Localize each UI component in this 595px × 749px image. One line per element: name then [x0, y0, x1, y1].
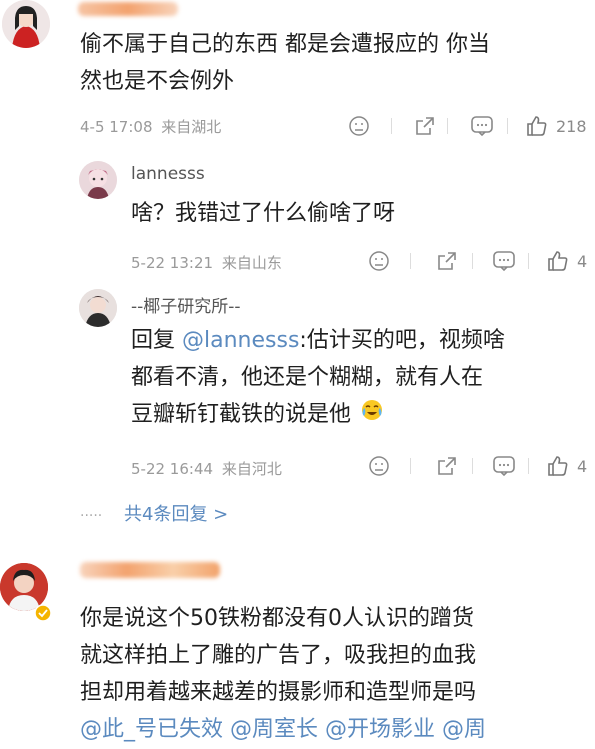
share-icon[interactable] [436, 250, 458, 272]
comment-icon[interactable] [492, 455, 516, 477]
dislike-icon[interactable] [368, 250, 390, 272]
comment-location: 来自湖北 [161, 118, 222, 136]
crying-laughing-emoji-icon [360, 397, 384, 434]
reply-username[interactable]: --椰子研究所-- [131, 292, 241, 317]
divider [507, 118, 508, 134]
reply-prefix: 回复 [131, 328, 182, 353]
divider [391, 118, 392, 134]
divider [528, 253, 529, 269]
mention-link[interactable]: @开场影业 [325, 717, 435, 742]
replies-dots: ····· [80, 508, 103, 524]
avatar[interactable] [79, 289, 117, 327]
divider [410, 253, 411, 269]
comment-meta: 4-5 17:08 来自湖北 [80, 116, 221, 137]
divider [447, 118, 448, 134]
like-icon[interactable] [546, 454, 570, 478]
reply-meta: 5-22 13:21 来自山东 [131, 252, 282, 273]
mention-link[interactable]: @此_号已失效 [80, 717, 223, 742]
blurred-username [78, 2, 178, 16]
reply-meta: 5-22 16:44 来自河北 [131, 458, 282, 479]
like-icon[interactable] [546, 249, 570, 273]
mention-link[interactable]: @周 [442, 717, 486, 742]
mention-link[interactable]: @lannesss [182, 328, 299, 353]
view-replies-link[interactable]: ····· 共4条回复 > [80, 500, 228, 526]
divider [410, 458, 411, 474]
share-icon[interactable] [414, 115, 436, 137]
reply-text: 啥？我错过了什么偷啥了呀 [131, 201, 396, 226]
avatar[interactable] [79, 161, 117, 199]
comment-time: 4-5 17:08 [80, 118, 153, 136]
share-icon[interactable] [436, 455, 458, 477]
reply-text: 回复 @lannesss:估计买的吧，视频啥 都看不清，他还是个糊糊，就有人在 … [131, 322, 591, 434]
comment-icon[interactable] [470, 115, 494, 137]
like-count: 218 [556, 117, 587, 136]
comment-icon[interactable] [492, 250, 516, 272]
reply-username[interactable]: lannesss [131, 164, 205, 184]
like-count: 4 [577, 252, 588, 271]
like-count: 4 [577, 457, 588, 476]
reply-location: 来自山东 [221, 254, 282, 272]
divider [528, 458, 529, 474]
reply-location: 来自河北 [221, 460, 282, 478]
dislike-icon[interactable] [348, 115, 370, 137]
replies-count-label: 共4条回复 > [124, 504, 229, 525]
reply-time: 5-22 13:21 [131, 254, 214, 272]
blurred-username [80, 562, 220, 578]
divider [472, 458, 473, 474]
comment-text: 你是说这个50铁粉都没有0人认识的蹭货 就这样拍上了雕的广告了，吸我担的血我 担… [80, 606, 487, 742]
mention-link[interactable]: @周室长 [230, 717, 318, 742]
like-icon[interactable] [525, 114, 549, 138]
verified-badge-icon [34, 604, 52, 626]
comment-text: 偷不属于自己的东西 都是会遭报应的 你当 然也是不会例外 [80, 32, 490, 94]
dislike-icon[interactable] [368, 455, 390, 477]
avatar[interactable] [2, 0, 50, 48]
reply-time: 5-22 16:44 [131, 460, 214, 478]
divider [472, 253, 473, 269]
